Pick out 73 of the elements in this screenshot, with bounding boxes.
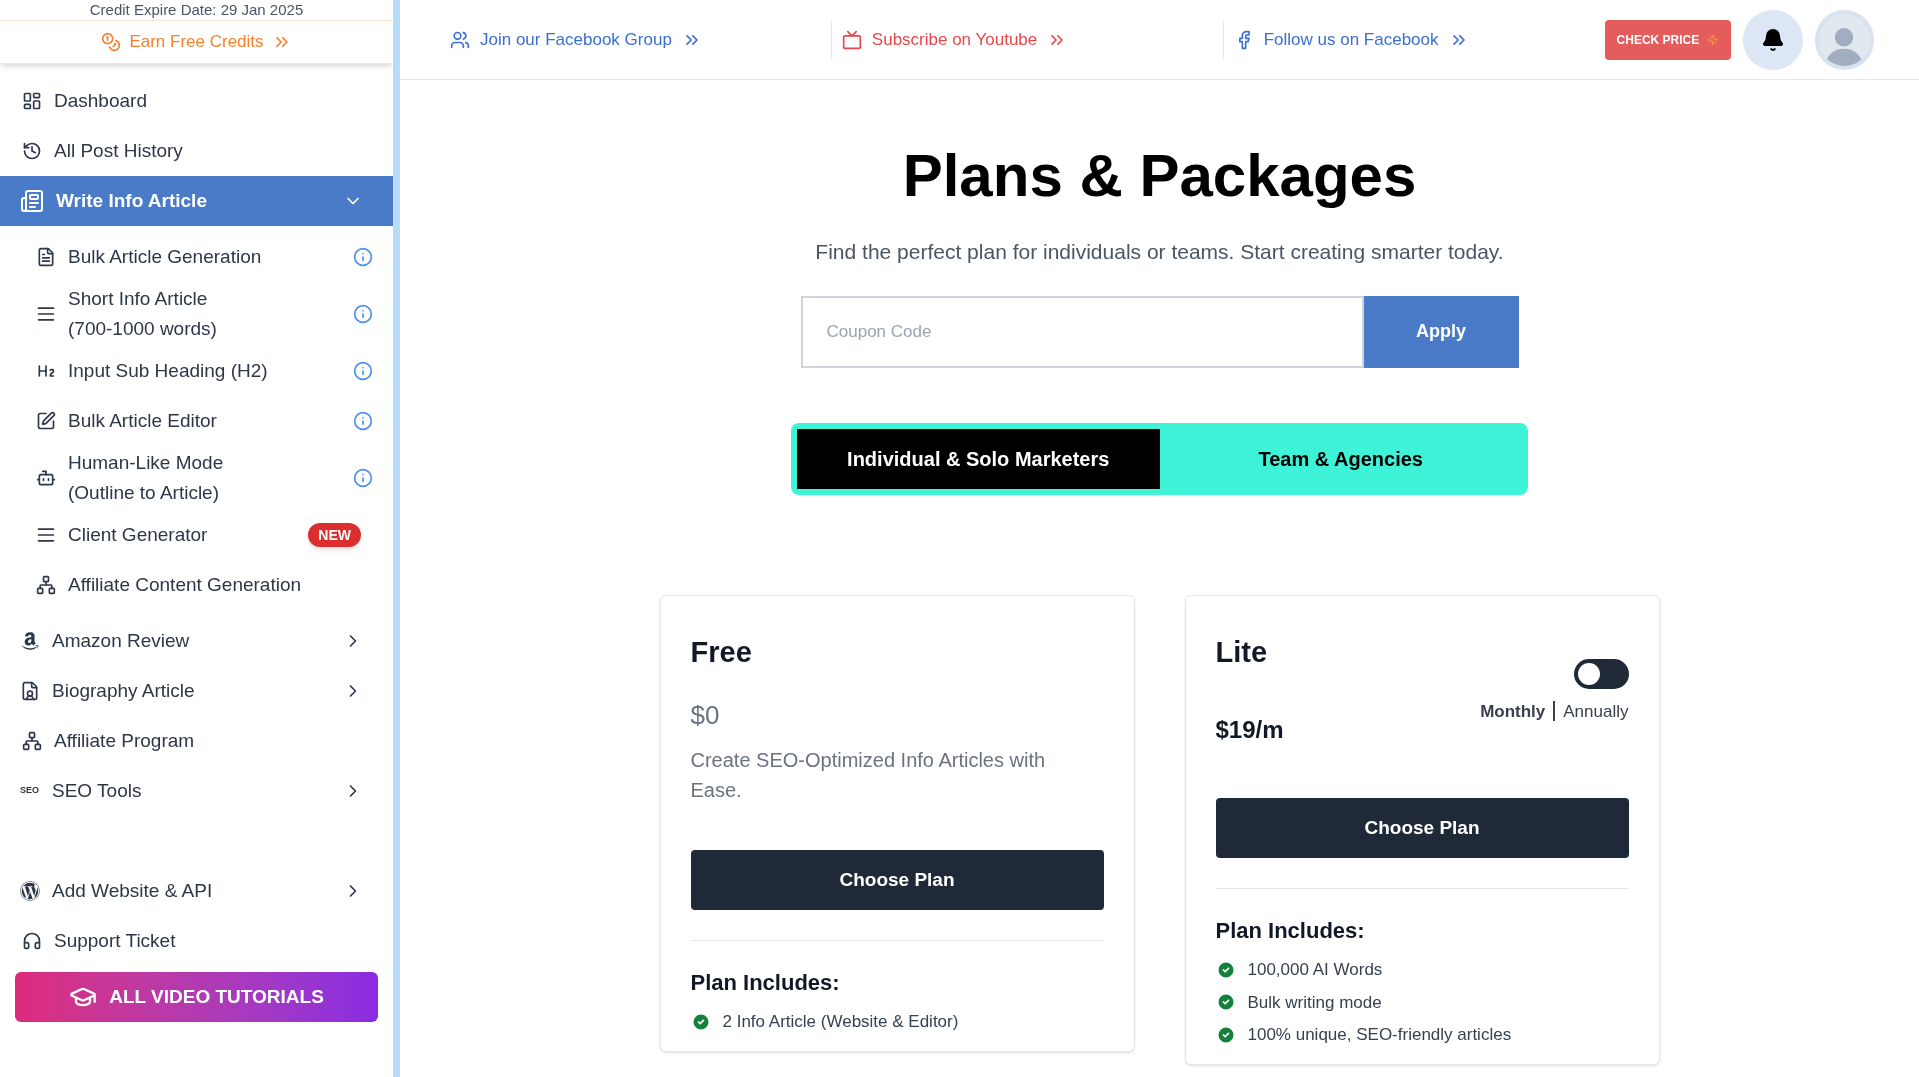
choose-plan-button[interactable]: Choose Plan [1215,798,1629,858]
info-icon[interactable] [353,411,373,431]
credit-expire-text: Credit Expire Date: 29 Jan 2025 [88,0,305,20]
submenu-item[interactable]: Input Sub Heading (H2) [0,346,393,396]
check-icon [1215,992,1236,1013]
users-icon [450,29,470,50]
submenu-item[interactable]: Short Info Article (700-1000 words) [0,282,393,346]
submenu-item[interactable]: Bulk Article Editor [0,396,393,446]
new-badge: NEW [308,523,361,547]
check-icon [1215,959,1236,980]
page-title: Plans & Packages [902,146,1417,206]
nodes-icon [36,575,56,595]
menu-group[interactable]: SEO SEO Tools [0,766,393,816]
social-link[interactable]: Follow us on Facebook [1233,26,1605,53]
apply-button[interactable]: Apply [1363,295,1519,368]
nodes-icon [22,731,42,751]
feature-text: Bulk writing mode [1247,991,1382,1014]
menu-item[interactable]: Dashboard [0,76,393,126]
plan-type-tab[interactable]: Individual & Solo Marketers [797,428,1160,489]
social-link[interactable]: Join our Facebook Group [450,26,821,53]
info-icon[interactable] [353,361,373,381]
choose-plan-button[interactable]: Choose Plan [690,850,1104,910]
info-icon[interactable] [353,468,373,488]
letter-a-icon [20,631,40,651]
monthly-label: Monthly [1480,700,1546,723]
history-icon [22,141,42,161]
submenu-item[interactable]: Bulk Article Generation [0,232,393,282]
w-logo-icon [20,881,40,901]
edit-icon [36,411,56,431]
feature-text: 100,000 AI Words [1247,959,1383,981]
video-icon [841,29,862,50]
menu-group[interactable]: Amazon Review [0,616,393,666]
billing-toggle[interactable] [1573,658,1629,689]
plan-includes-heading: Plan Includes: [690,969,841,997]
menu-item[interactable]: Support Ticket [0,916,393,966]
coupon-field[interactable]: Coupon Code [800,295,1364,368]
document-icon [36,247,56,267]
menu-group[interactable]: Add Website & API [0,866,393,916]
menu-group[interactable]: Write Info Article [0,176,393,226]
submenu-item[interactable]: Human-Like Mode (Outline to Article) [0,446,393,510]
plan-name: Free [690,634,753,670]
robot-icon [36,468,56,488]
annually-label: Annually [1563,700,1629,723]
feature-text: 100% unique, SEO-friendly articles [1247,1024,1512,1046]
coins-icon [101,32,122,52]
menu-item[interactable]: All Post History [0,126,393,176]
social-link[interactable]: Subscribe on Youtube [841,26,1213,53]
plan-type-tab[interactable]: Team & Agencies [1159,428,1522,489]
check-icon [690,1011,711,1032]
check-icon [1215,1024,1236,1045]
plan-includes-heading: Plan Includes: [1215,917,1366,945]
info-icon[interactable] [353,304,373,324]
feature-text: 2 Info Article (Website & Editor) [722,1011,959,1033]
headset-icon [22,931,42,951]
plan-price: $0 [690,699,721,732]
bell-icon [1760,27,1785,52]
dashboard-icon [22,91,42,111]
plan-description: Create SEO-Optimized Info Articles with Ease. [690,748,1047,803]
menu-group[interactable]: Biography Article [0,666,393,716]
bolt-icon [1707,33,1720,46]
info-icon[interactable] [353,247,373,267]
list-icon [36,304,56,324]
seo-label: SEO [20,784,40,798]
plan-name: Lite [1215,634,1269,670]
person-file-icon [20,681,40,701]
newspaper-icon [20,189,44,213]
plan-price: $19/m [1215,715,1284,745]
list-icon [36,525,56,545]
video-tutorials-button[interactable]: ALL VIDEO TUTORIALS [15,972,378,1022]
submenu-item[interactable]: Affiliate Content Generation [0,560,393,610]
submenu-item[interactable]: Client Generator NEW [0,510,393,560]
page-subtitle: Find the perfect plan for individuals or teams. Start creating smarter today. [815,239,1504,265]
menu-item[interactable]: Affiliate Program [0,716,393,766]
